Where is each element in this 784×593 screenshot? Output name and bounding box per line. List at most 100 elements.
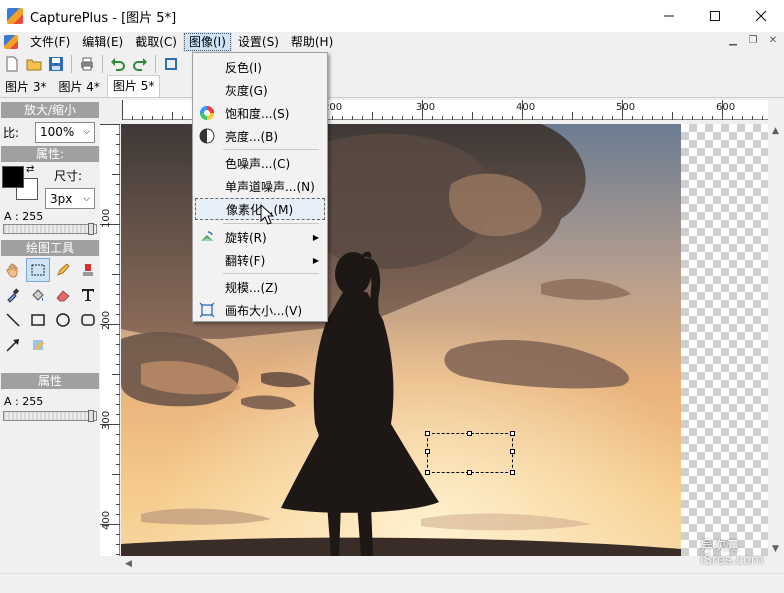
ellipse-tool[interactable] <box>51 308 75 332</box>
menu-item-grayscale[interactable]: 灰度(G) <box>195 79 325 101</box>
menu-item-scale[interactable]: 规模...(Z) <box>195 276 325 298</box>
text-tool[interactable] <box>76 283 100 307</box>
submenu-arrow-icon: ▶ <box>312 232 319 242</box>
selection-handle-ne[interactable] <box>510 431 515 436</box>
menu-item-saturation[interactable]: 饱和度...(S) <box>195 102 325 124</box>
scroll-left-icon[interactable]: ◀ <box>125 559 132 569</box>
crop-button[interactable] <box>162 55 180 73</box>
alpha-slider[interactable] <box>3 223 97 235</box>
text-icon <box>82 289 94 301</box>
mdi-close-button[interactable]: ✕ <box>766 34 780 48</box>
ruler-left-label: 200 <box>101 310 112 330</box>
size-select[interactable]: 3px ⌵ <box>45 188 95 209</box>
selection-handle-n[interactable] <box>467 431 472 436</box>
menu-item-invert[interactable]: 反色(I) <box>195 56 325 78</box>
select-tool[interactable] <box>26 258 50 282</box>
eyedropper-tool[interactable] <box>1 283 25 307</box>
ruler-left-label: 300 <box>101 410 112 430</box>
alpha-label: A : 255 <box>4 210 44 223</box>
transparent-canvas-region <box>681 124 768 556</box>
stamp-tool[interactable] <box>76 258 100 282</box>
zoom-select[interactable]: 100% ⌵ <box>35 121 95 143</box>
foreground-color-swatch[interactable] <box>2 166 24 188</box>
toolbar-separator <box>102 55 103 73</box>
selection-handle-se[interactable] <box>510 470 515 475</box>
properties-header: 属性: <box>1 146 99 162</box>
highlighter-tool[interactable] <box>26 333 50 357</box>
alpha2-slider-thumb[interactable] <box>88 410 94 422</box>
menu-item-label: 单声道噪声...(N) <box>225 179 315 194</box>
ruler-left: 100 200 300 400 <box>100 124 120 556</box>
hand-tool[interactable] <box>1 258 25 282</box>
selection-handle-s[interactable] <box>467 470 472 475</box>
menu-item-rotate[interactable]: 旋转(R) ▶ <box>195 226 325 248</box>
watermark-line1: 异次元 <box>700 539 740 554</box>
horizontal-scrollbar[interactable]: ◀ <box>121 557 768 573</box>
rectangle-tool[interactable] <box>26 308 50 332</box>
menu-item-color-noise[interactable]: 色噪声...(C) <box>195 152 325 174</box>
close-icon <box>755 10 767 22</box>
tab-image-3[interactable]: 图片 3* <box>0 77 51 97</box>
line-tool[interactable] <box>1 308 25 332</box>
highlighter-icon <box>33 340 45 351</box>
print-button[interactable] <box>78 55 96 73</box>
redo-icon <box>133 58 147 71</box>
arrow-icon <box>6 339 19 352</box>
selection-handle-nw[interactable] <box>425 431 430 436</box>
close-button[interactable] <box>738 0 784 32</box>
minimize-button[interactable] <box>646 0 692 32</box>
eraser-tool[interactable] <box>51 283 75 307</box>
menu-item-flip[interactable]: 翻转(F) ▶ <box>195 249 325 271</box>
size-label: 尺寸: <box>54 169 83 183</box>
menu-help[interactable]: 帮助(H) <box>285 32 339 52</box>
selection-handle-e[interactable] <box>510 449 515 454</box>
mdi-restore-button[interactable]: ❐ <box>746 34 760 48</box>
redo-button[interactable] <box>131 55 149 73</box>
selection-handle-w[interactable] <box>425 449 430 454</box>
rounded-rectangle-tool[interactable] <box>76 308 100 332</box>
arrow-tool[interactable] <box>1 333 25 357</box>
menu-item-label: 翻转(F) <box>225 253 266 268</box>
watermark-line2: iSres.com <box>700 553 764 568</box>
mdi-minimize-button[interactable]: ▁ <box>726 34 740 48</box>
new-button[interactable] <box>3 55 21 73</box>
undo-button[interactable] <box>109 55 127 73</box>
menu-item-label: 规模...(Z) <box>225 280 279 295</box>
menu-item-label: 反色(I) <box>225 60 262 75</box>
toolbar-separator <box>155 55 156 73</box>
menu-capture[interactable]: 截取(C) <box>129 32 183 52</box>
ruler-top-label: 600 <box>716 102 736 113</box>
menu-item-brightness[interactable]: 亮度...(B) <box>195 125 325 147</box>
menu-item-canvas-size[interactable]: 画布大小...(V) <box>195 299 325 321</box>
tab-image-4[interactable]: 图片 4* <box>53 77 104 97</box>
menu-edit[interactable]: 编辑(E) <box>76 32 129 52</box>
maximize-button[interactable] <box>692 0 738 32</box>
menu-settings[interactable]: 设置(S) <box>232 32 285 52</box>
fill-tool[interactable] <box>26 283 50 307</box>
menu-item-label: 画布大小...(V) <box>225 303 303 318</box>
open-button[interactable] <box>25 55 43 73</box>
save-button[interactable] <box>47 55 65 73</box>
menu-file[interactable]: 文件(F) <box>24 32 76 52</box>
menu-separator <box>223 149 319 150</box>
canvas-size-icon <box>195 302 219 318</box>
pencil-tool[interactable] <box>51 258 75 282</box>
size-value: 3px <box>50 191 73 206</box>
undo-icon <box>111 58 125 71</box>
paint-bucket-icon <box>32 289 44 301</box>
vertical-scrollbar[interactable]: ▲ ▼ <box>768 124 784 556</box>
selection-handle-sw[interactable] <box>425 470 430 475</box>
selection-rectangle[interactable] <box>425 431 515 475</box>
rectangle-icon <box>31 314 45 326</box>
line-icon <box>6 313 20 327</box>
scroll-down-icon[interactable]: ▼ <box>772 544 779 554</box>
selection-icon <box>31 264 45 276</box>
alpha2-slider[interactable] <box>3 410 97 422</box>
print-icon <box>81 57 93 71</box>
scroll-up-icon[interactable]: ▲ <box>772 126 779 136</box>
menu-image[interactable]: 图像(I) <box>182 32 232 52</box>
menu-item-mono-noise[interactable]: 单声道噪声...(N) <box>195 175 325 197</box>
swap-colors-icon[interactable]: ⇄ <box>26 164 34 175</box>
tab-image-5[interactable]: 图片 5* <box>106 75 161 97</box>
alpha-slider-thumb[interactable] <box>88 223 94 235</box>
